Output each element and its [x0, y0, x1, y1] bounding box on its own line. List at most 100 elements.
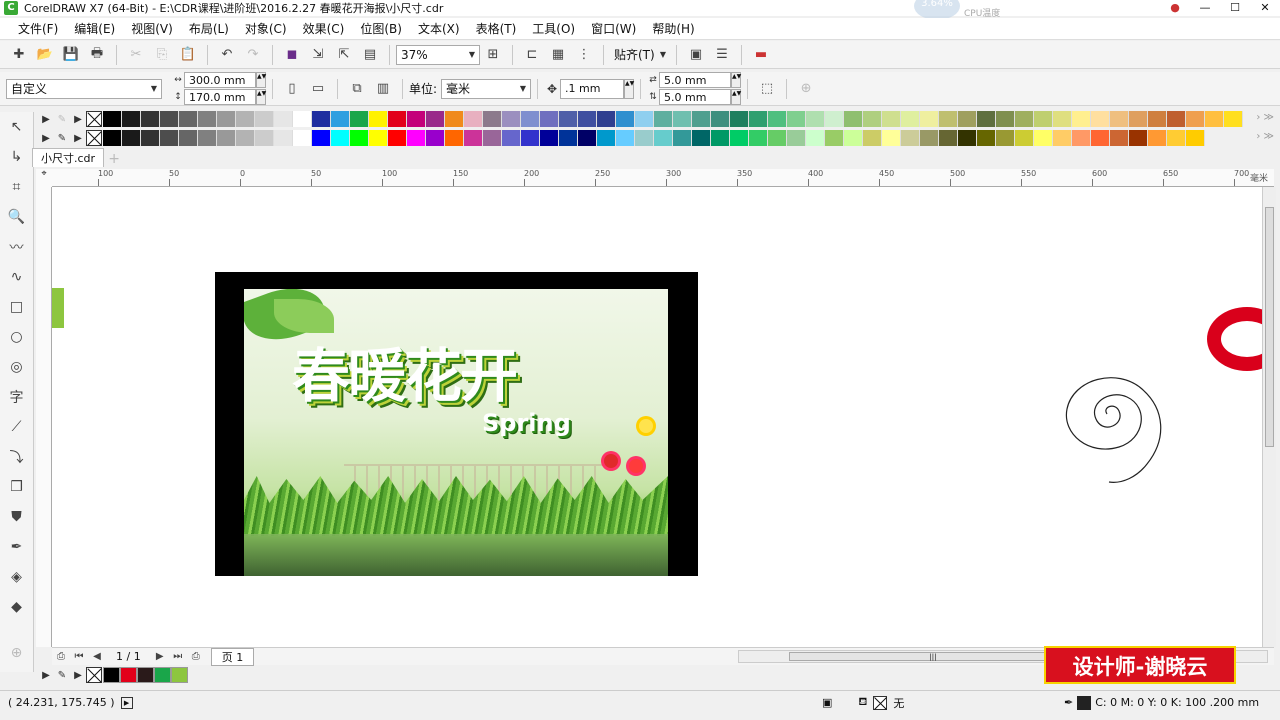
color-swatch[interactable]: [597, 111, 616, 127]
freehand-tool-icon[interactable]: 〰: [6, 236, 28, 258]
color-swatch[interactable]: [958, 130, 977, 146]
landscape-icon[interactable]: ▭: [307, 78, 329, 100]
text-tool-icon[interactable]: 字: [6, 386, 28, 408]
color-swatch[interactable]: [426, 111, 445, 127]
red-c-shape[interactable]: [1207, 307, 1262, 371]
color-proof-icon[interactable]: ▣: [822, 696, 832, 709]
color-swatch[interactable]: [578, 130, 597, 146]
color-swatch[interactable]: [1091, 111, 1110, 127]
color-swatch[interactable]: [445, 130, 464, 146]
color-swatch[interactable]: [388, 130, 407, 146]
color-swatch[interactable]: [654, 130, 673, 146]
color-swatch[interactable]: [103, 111, 122, 127]
nudge-distance-input[interactable]: .1 mm: [560, 78, 625, 99]
color-swatch[interactable]: [312, 130, 331, 146]
color-swatch[interactable]: [882, 130, 901, 146]
eyedropper-icon[interactable]: ✎: [54, 114, 70, 125]
color-swatch[interactable]: [171, 667, 188, 683]
grid-icon[interactable]: ▦: [547, 44, 569, 66]
color-swatch[interactable]: [103, 667, 120, 683]
width-spinner[interactable]: ▲▼: [256, 72, 266, 88]
color-swatch[interactable]: [711, 130, 730, 146]
page-height-input[interactable]: 170.0 mm: [184, 89, 256, 105]
duplicate-x-input[interactable]: 5.0 mm: [659, 72, 732, 88]
color-swatch[interactable]: [787, 130, 806, 146]
color-swatch[interactable]: [996, 130, 1015, 146]
color-swatch[interactable]: [103, 130, 122, 146]
color-swatch[interactable]: [1072, 130, 1091, 146]
save-icon[interactable]: 💾: [60, 44, 82, 66]
color-swatch[interactable]: [350, 130, 369, 146]
zoom-tool-icon[interactable]: 🔍: [6, 206, 28, 228]
color-swatch[interactable]: [369, 130, 388, 146]
color-swatch[interactable]: [996, 111, 1015, 127]
menu-item[interactable]: 窗口(W): [583, 20, 644, 37]
color-swatch[interactable]: [464, 130, 483, 146]
color-swatch[interactable]: [787, 111, 806, 127]
rulers-icon[interactable]: ⊏: [521, 44, 543, 66]
print-icon[interactable]: 🖶: [86, 44, 108, 66]
poster-black-frame[interactable]: 春暖花开 Spring: [215, 272, 698, 576]
color-swatch[interactable]: [137, 667, 154, 683]
current-page-icon[interactable]: ▥: [372, 78, 394, 100]
color-swatch[interactable]: [426, 130, 445, 146]
color-swatch[interactable]: [863, 130, 882, 146]
color-swatch[interactable]: [1224, 111, 1243, 127]
color-swatch[interactable]: [1072, 111, 1091, 127]
page-options-icon[interactable]: ⎙: [53, 649, 69, 665]
color-swatch[interactable]: [977, 111, 996, 127]
menu-item[interactable]: 对象(C): [237, 20, 295, 37]
color-swatch[interactable]: [1091, 130, 1110, 146]
horizontal-ruler[interactable]: 毫米 100 50 0 50 100 150 200 250 300 350 400 450 500 55…: [52, 169, 1274, 187]
vertical-scrollbar[interactable]: [1262, 187, 1276, 647]
redo-icon[interactable]: ↷: [242, 44, 264, 66]
snap-to-menu[interactable]: 贴齐(T) ▼: [610, 45, 670, 65]
pick-tool-icon[interactable]: ↖: [6, 116, 28, 138]
last-page-icon[interactable]: ⏭: [170, 649, 186, 665]
color-swatch[interactable]: [958, 111, 977, 127]
menu-item[interactable]: 文本(X): [410, 20, 468, 37]
color-swatch[interactable]: [920, 111, 939, 127]
palette-options-icon[interactable]: ▶: [70, 670, 86, 681]
color-swatch[interactable]: [1167, 111, 1186, 127]
color-swatch[interactable]: [141, 130, 160, 146]
color-swatch[interactable]: [806, 130, 825, 146]
color-swatch[interactable]: [901, 111, 920, 127]
color-swatch[interactable]: [1110, 130, 1129, 146]
color-swatch[interactable]: [122, 111, 141, 127]
color-swatch[interactable]: [445, 111, 464, 127]
color-swatch[interactable]: [502, 111, 521, 127]
add-tool-icon[interactable]: ⊕: [6, 642, 28, 664]
color-swatch[interactable]: [1148, 111, 1167, 127]
color-swatch[interactable]: [502, 130, 521, 146]
crop-tool-icon[interactable]: ⌗: [6, 176, 28, 198]
color-swatch[interactable]: [844, 130, 863, 146]
add-page-icon[interactable]: ⎙: [188, 649, 204, 665]
outline-pen-icon[interactable]: ✒: [1064, 696, 1073, 709]
color-swatch[interactable]: [217, 130, 236, 146]
polygon-tool-icon[interactable]: ◎: [6, 356, 28, 378]
menu-item[interactable]: 位图(B): [352, 20, 410, 37]
all-pages-icon[interactable]: ⧉: [346, 78, 368, 100]
no-color-swatch[interactable]: [86, 667, 102, 683]
color-swatch[interactable]: [692, 130, 711, 146]
connector-tool-icon[interactable]: ⤵: [6, 446, 28, 468]
menu-item[interactable]: 编辑(E): [66, 20, 123, 37]
palette-scroll-right-icon[interactable]: › ≫: [1256, 112, 1274, 123]
eyedropper-icon[interactable]: ✎: [54, 670, 70, 681]
menu-item[interactable]: 视图(V): [123, 20, 181, 37]
color-swatch[interactable]: [1034, 111, 1053, 127]
maximize-button[interactable]: ☐: [1220, 0, 1250, 16]
color-swatch[interactable]: [464, 111, 483, 127]
color-swatch[interactable]: [749, 130, 768, 146]
palette-options-icon[interactable]: ▶: [70, 133, 86, 144]
color-swatch[interactable]: [1129, 130, 1148, 146]
color-swatch[interactable]: [521, 111, 540, 127]
close-button[interactable]: ✕: [1250, 0, 1280, 16]
drawing-canvas[interactable]: 春暖花开 Spring: [52, 187, 1262, 647]
color-swatch[interactable]: [711, 111, 730, 127]
color-swatch[interactable]: [559, 111, 578, 127]
color-swatch[interactable]: [768, 111, 787, 127]
dup-y-spinner[interactable]: ▲▼: [731, 89, 741, 105]
color-swatch[interactable]: [198, 130, 217, 146]
